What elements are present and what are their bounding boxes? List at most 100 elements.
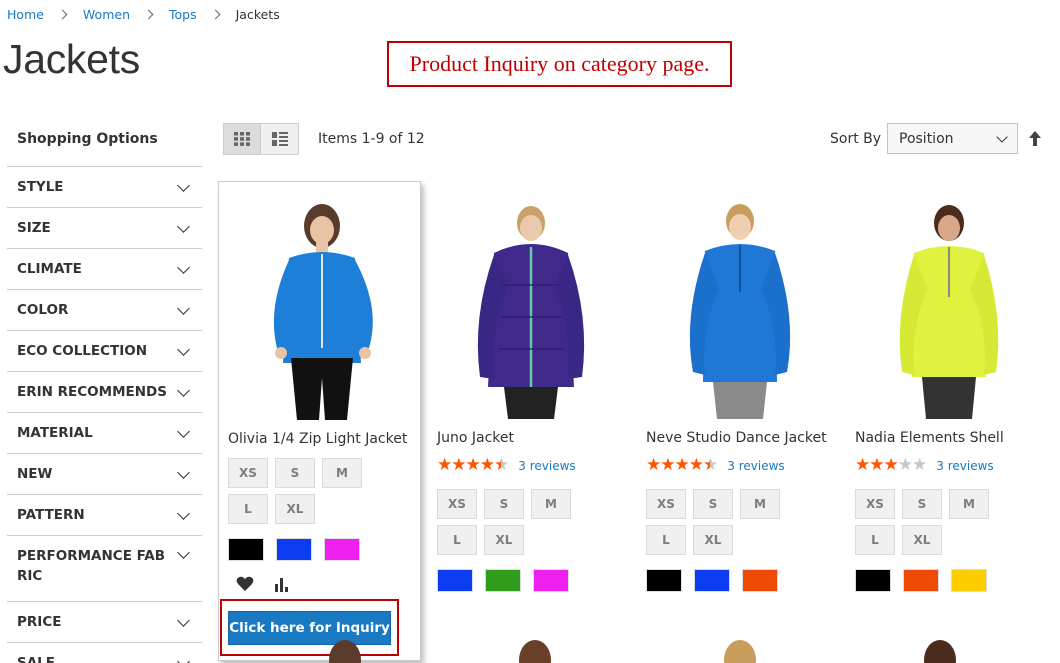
- wishlist-heart-icon[interactable]: [236, 576, 254, 592]
- chevron-down-icon: [177, 342, 190, 356]
- filter-label: PATTERN: [17, 507, 85, 523]
- filter-performance-fabric[interactable]: PERFORMANCE FABRIC: [7, 536, 202, 602]
- size-option[interactable]: XS: [437, 489, 477, 519]
- filter-new[interactable]: NEW: [7, 454, 202, 495]
- breadcrumb-home[interactable]: Home: [7, 7, 44, 22]
- size-option[interactable]: XL: [902, 525, 942, 555]
- color-swatch[interactable]: [646, 569, 682, 592]
- color-swatch[interactable]: [533, 569, 569, 592]
- size-option[interactable]: XS: [228, 458, 268, 488]
- size-option[interactable]: S: [275, 458, 315, 488]
- next-row-product-image[interactable]: [705, 630, 775, 663]
- product-card[interactable]: Juno Jacket ★★★★★ 3 reviews XS S M L XL: [428, 181, 631, 661]
- color-swatch[interactable]: [742, 569, 778, 592]
- product-image[interactable]: [637, 197, 840, 419]
- size-option[interactable]: L: [646, 525, 686, 555]
- star-icon: ★: [912, 455, 927, 475]
- size-option[interactable]: XL: [693, 525, 733, 555]
- size-option[interactable]: S: [484, 489, 524, 519]
- star-icon: ★: [703, 455, 718, 475]
- chevron-down-icon: [177, 465, 190, 479]
- next-row-product-image[interactable]: [310, 630, 380, 663]
- product-name[interactable]: Juno Jacket: [437, 430, 514, 446]
- filter-material[interactable]: MATERIAL: [7, 413, 202, 454]
- product-card[interactable]: Neve Studio Dance Jacket ★★★★★ 3 reviews…: [637, 181, 840, 661]
- product-card[interactable]: Olivia 1/4 Zip Light Jacket XS S M L XL: [218, 181, 421, 661]
- color-swatch[interactable]: [437, 569, 473, 592]
- product-image[interactable]: [428, 197, 631, 419]
- sort-direction-arrow-icon[interactable]: [1028, 130, 1042, 148]
- chevron-down-icon: [177, 654, 190, 663]
- filter-climate[interactable]: CLIMATE: [7, 249, 202, 290]
- product-rating: ★★★★★ 3 reviews: [855, 457, 994, 474]
- next-row-product-image[interactable]: [905, 630, 975, 663]
- star-icon: ★: [869, 455, 884, 475]
- color-swatch[interactable]: [951, 569, 987, 592]
- color-swatch[interactable]: [276, 538, 312, 561]
- breadcrumb-tops[interactable]: Tops: [169, 7, 197, 22]
- reviews-link[interactable]: 3 reviews: [936, 459, 993, 473]
- filter-sale[interactable]: SALE: [7, 643, 202, 663]
- size-option[interactable]: M: [740, 489, 780, 519]
- sort-label: Sort By: [830, 131, 882, 147]
- rating-stars: ★★★★★: [437, 455, 509, 475]
- size-option[interactable]: M: [949, 489, 989, 519]
- color-swatches: [646, 569, 778, 592]
- filter-eco-collection[interactable]: ECO COLLECTION: [7, 331, 202, 372]
- size-option[interactable]: M: [531, 489, 571, 519]
- reviews-link[interactable]: 3 reviews: [518, 459, 575, 473]
- rating-stars: ★★★★★: [646, 455, 718, 475]
- product-image[interactable]: [846, 197, 1049, 419]
- grid-view-button[interactable]: [223, 123, 261, 155]
- color-swatch[interactable]: [324, 538, 360, 561]
- product-actions: [236, 576, 290, 592]
- chevron-down-icon: [177, 219, 190, 233]
- star-icon: ★: [437, 455, 452, 475]
- size-option[interactable]: L: [228, 494, 268, 524]
- reviews-link[interactable]: 3 reviews: [727, 459, 784, 473]
- size-option[interactable]: S: [693, 489, 733, 519]
- filter-label: MATERIAL: [17, 425, 93, 441]
- color-swatch[interactable]: [485, 569, 521, 592]
- sort-select[interactable]: Position: [887, 123, 1018, 154]
- chevron-down-icon: [177, 260, 190, 274]
- star-icon: ★: [660, 455, 675, 475]
- star-icon: ★: [479, 455, 495, 475]
- color-swatch[interactable]: [228, 538, 264, 561]
- size-option[interactable]: M: [322, 458, 362, 488]
- size-option[interactable]: L: [855, 525, 895, 555]
- size-option[interactable]: XS: [646, 489, 686, 519]
- color-swatch[interactable]: [694, 569, 730, 592]
- product-name[interactable]: Neve Studio Dance Jacket: [646, 430, 827, 446]
- product-name[interactable]: Olivia 1/4 Zip Light Jacket: [228, 431, 407, 447]
- size-option[interactable]: XL: [275, 494, 315, 524]
- filter-erin-recommends[interactable]: ERIN RECOMMENDS: [7, 372, 202, 413]
- star-icon: ★: [646, 455, 661, 475]
- filter-style[interactable]: STYLE: [7, 167, 202, 208]
- color-swatch[interactable]: [855, 569, 891, 592]
- size-option[interactable]: XS: [855, 489, 895, 519]
- size-option[interactable]: XL: [484, 525, 524, 555]
- filter-price[interactable]: PRICE: [7, 602, 202, 643]
- product-card[interactable]: Nadia Elements Shell ★★★★★ 3 reviews XS …: [846, 181, 1049, 661]
- size-option[interactable]: S: [902, 489, 942, 519]
- filter-size[interactable]: SIZE: [7, 208, 202, 249]
- color-swatch[interactable]: [903, 569, 939, 592]
- filter-color[interactable]: COLOR: [7, 290, 202, 331]
- size-swatches: XS S M L XL: [646, 489, 816, 555]
- breadcrumb-women[interactable]: Women: [83, 7, 130, 22]
- compare-bar-chart-icon[interactable]: [274, 577, 290, 592]
- filter-label: COLOR: [17, 302, 69, 318]
- filter-label: ECO COLLECTION: [17, 343, 148, 359]
- chevron-right-icon: [210, 9, 221, 20]
- product-image[interactable]: [219, 198, 422, 420]
- star-icon: ★: [883, 455, 899, 475]
- color-swatches: [228, 538, 360, 561]
- shopping-options-title: Shopping Options: [7, 118, 202, 167]
- chevron-down-icon: [177, 506, 190, 520]
- next-row-product-image[interactable]: [500, 630, 570, 663]
- size-option[interactable]: L: [437, 525, 477, 555]
- product-name[interactable]: Nadia Elements Shell: [855, 430, 1004, 446]
- list-view-button[interactable]: [261, 123, 299, 155]
- filter-pattern[interactable]: PATTERN: [7, 495, 202, 536]
